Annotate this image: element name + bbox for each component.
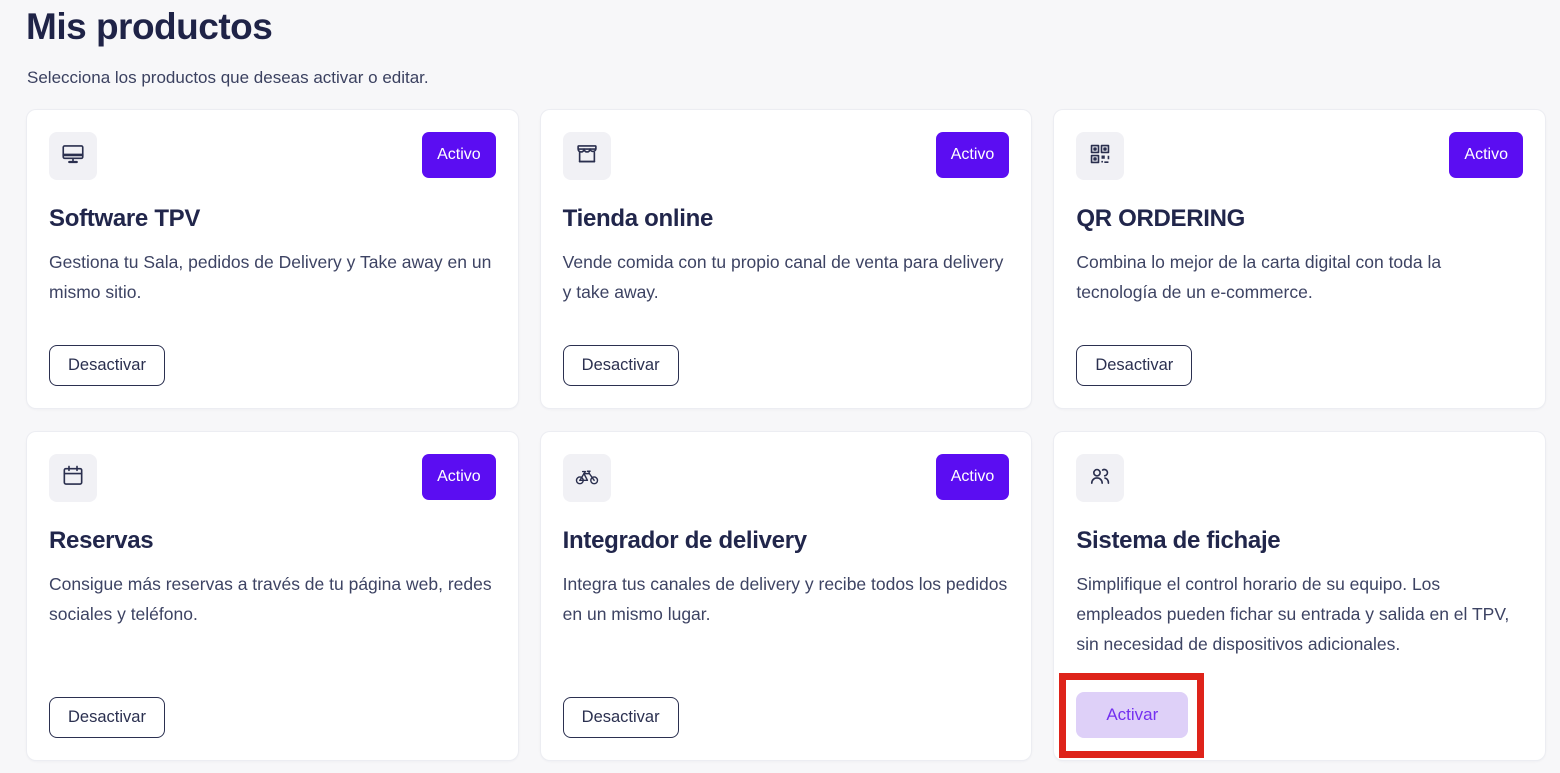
calendar-icon [60, 463, 86, 494]
product-title: Reservas [49, 526, 496, 556]
page-subtitle: Selecciona los productos que deseas acti… [27, 65, 1546, 91]
product-icon-box [1076, 454, 1124, 502]
card-actions: Desactivar [1076, 345, 1523, 386]
product-card: Activo Integrador de delivery Integra tu… [540, 431, 1033, 761]
product-title: QR ORDERING [1076, 204, 1523, 234]
card-actions: Desactivar [49, 345, 496, 386]
card-header: Activo [563, 132, 1010, 180]
deactivate-button[interactable]: Desactivar [1076, 345, 1192, 386]
product-card: Activo QR ORDERING Combina lo mejor de l… [1053, 109, 1546, 409]
product-card: Activo Tienda online Vende comida con tu… [540, 109, 1033, 409]
product-title: Tienda online [563, 204, 1010, 234]
status-badge: Activo [936, 454, 1010, 500]
card-header: Activo [49, 132, 496, 180]
product-icon-box [1076, 132, 1124, 180]
card-actions: Desactivar [49, 697, 496, 738]
product-description: Gestiona tu Sala, pedidos de Delivery y … [49, 247, 496, 307]
products-grid: Activo Software TPV Gestiona tu Sala, pe… [26, 109, 1546, 761]
product-description: Vende comida con tu propio canal de vent… [563, 247, 1010, 307]
product-title: Sistema de fichaje [1076, 526, 1523, 556]
status-badge: Activo [422, 454, 496, 500]
status-badge: Activo [1449, 132, 1523, 178]
activate-button[interactable]: Activar [1076, 692, 1188, 738]
two-users-icon [1087, 463, 1113, 494]
product-title: Software TPV [49, 204, 496, 234]
card-header: Activo [563, 454, 1010, 502]
qr-code-icon [1087, 141, 1113, 172]
product-title: Integrador de delivery [563, 526, 1010, 556]
card-actions: Desactivar [563, 345, 1010, 386]
card-header [1076, 454, 1523, 502]
status-badge: Activo [422, 132, 496, 178]
product-icon-box [563, 454, 611, 502]
bicycle-icon [574, 463, 600, 494]
desktop-monitor-icon [60, 141, 86, 172]
storefront-icon [574, 141, 600, 172]
card-actions: Desactivar [563, 697, 1010, 738]
status-badge: Activo [936, 132, 1010, 178]
product-icon-box [49, 132, 97, 180]
product-description: Consigue más reservas a través de tu pág… [49, 569, 496, 629]
product-card: Activo Software TPV Gestiona tu Sala, pe… [26, 109, 519, 409]
product-description: Combina lo mejor de la carta digital con… [1076, 247, 1523, 307]
card-header: Activo [49, 454, 496, 502]
product-icon-box [49, 454, 97, 502]
card-header: Activo [1076, 132, 1523, 180]
deactivate-button[interactable]: Desactivar [563, 345, 679, 386]
card-actions: Activar [1076, 692, 1523, 738]
page-title: Mis productos [26, 5, 1546, 49]
my-products-page: Mis productos Selecciona los productos q… [0, 0, 1560, 773]
product-card: Sistema de fichaje Simplifique el contro… [1053, 431, 1546, 761]
product-description: Integra tus canales de delivery y recibe… [563, 569, 1010, 629]
deactivate-button[interactable]: Desactivar [49, 697, 165, 738]
product-description: Simplifique el control horario de su equ… [1076, 569, 1523, 659]
product-icon-box [563, 132, 611, 180]
deactivate-button[interactable]: Desactivar [49, 345, 165, 386]
deactivate-button[interactable]: Desactivar [563, 697, 679, 738]
product-card: Activo Reservas Consigue más reservas a … [26, 431, 519, 761]
